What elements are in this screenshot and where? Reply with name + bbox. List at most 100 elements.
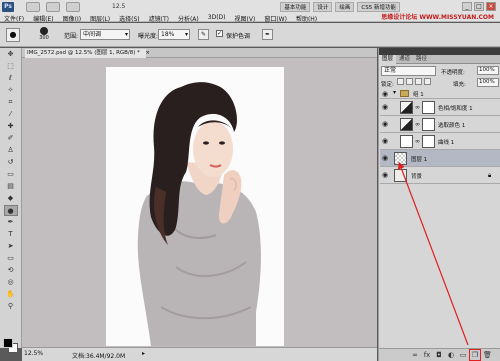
protect-tones-checkbox[interactable]: ✓: [216, 30, 223, 37]
bridge-icon[interactable]: [26, 2, 40, 12]
brush-preset-picker[interactable]: 300: [36, 27, 52, 43]
tab-paths[interactable]: 路径: [413, 55, 430, 64]
canvas-area[interactable]: [22, 58, 377, 347]
shape-tool-icon[interactable]: ▭: [4, 253, 18, 264]
menu-layer[interactable]: 图层(L): [90, 14, 110, 23]
crop-tool-icon[interactable]: ⌗: [4, 97, 18, 108]
dodge-tool-preset-icon[interactable]: ●: [6, 28, 20, 42]
type-tool-icon[interactable]: T: [4, 229, 18, 240]
eye-icon[interactable]: ◉: [382, 171, 390, 179]
panel-collapse-strip[interactable]: [379, 48, 500, 55]
status-zoom[interactable]: 12.5%: [24, 350, 43, 357]
layer-row-hue-saturation[interactable]: ◉ ∞ 色相/饱和度 1: [380, 99, 500, 116]
mini-bridge-icon[interactable]: [46, 2, 60, 12]
status-bar: 12.5% 文档:36.4M/92.0M ▸: [22, 347, 377, 361]
add-mask-icon[interactable]: ◘: [435, 351, 443, 359]
color-swatches[interactable]: [3, 338, 19, 354]
background-thumb: [394, 169, 407, 182]
eye-icon[interactable]: ◉: [382, 154, 390, 162]
new-layer-icon[interactable]: ❐: [469, 349, 481, 361]
menu-3d[interactable]: 3D(D): [208, 14, 226, 23]
clone-stamp-tool-icon[interactable]: ♙: [4, 145, 18, 156]
workspace-painting[interactable]: 绘画: [335, 2, 355, 12]
tab-layers[interactable]: 图层: [379, 55, 397, 64]
menu-file[interactable]: 文件(F): [4, 14, 24, 23]
blur-tool-icon[interactable]: ◆: [4, 193, 18, 204]
path-select-tool-icon[interactable]: ➤: [4, 241, 18, 252]
pen-tool-icon[interactable]: ✒: [4, 217, 18, 228]
new-adjustment-icon[interactable]: ◐: [447, 351, 455, 359]
lock-position-icon[interactable]: [415, 78, 422, 85]
fill-input[interactable]: 100%: [477, 78, 499, 87]
mask-thumb[interactable]: [422, 135, 435, 148]
chain-icon[interactable]: ∞: [415, 104, 420, 111]
workspace-cs5-new[interactable]: CS5 新增功能: [357, 2, 400, 12]
link-layers-icon[interactable]: ∞: [411, 351, 419, 359]
layer-row-background[interactable]: ◉ 背景 🔒︎: [380, 167, 500, 184]
menu-analysis[interactable]: 分析(A): [178, 14, 199, 23]
chain-icon[interactable]: ∞: [415, 121, 420, 128]
blend-mode-select[interactable]: 正常: [381, 66, 436, 76]
layer-style-icon[interactable]: fx: [423, 351, 431, 359]
zoom-level[interactable]: 12.5: [112, 3, 125, 10]
lock-pixels-icon[interactable]: [406, 78, 413, 85]
tab-channels[interactable]: 通道: [396, 55, 413, 64]
chain-icon[interactable]: ∞: [415, 138, 420, 145]
extras-icon[interactable]: [66, 2, 80, 12]
eye-icon[interactable]: ◉: [382, 103, 390, 111]
watermark: 思缘设计论坛 WWW.MISSYUAN.COM: [381, 14, 494, 21]
brush-tool-icon[interactable]: ✐: [4, 133, 18, 144]
layer-row-group[interactable]: ◉ ▾ 组 1: [380, 89, 500, 99]
layer-row-selective-color[interactable]: ◉ ∞ 选取颜色 1: [380, 116, 500, 133]
dodge-tool-icon[interactable]: ●: [3, 205, 18, 216]
document-tab[interactable]: IMG_2572.psd @ 12.5% (图层 1, RGB/8) * ×: [25, 49, 150, 58]
gradient-tool-icon[interactable]: ▤: [4, 181, 18, 192]
close-icon[interactable]: ×: [486, 2, 496, 11]
eraser-tool-icon[interactable]: ▭: [4, 169, 18, 180]
airbrush-icon[interactable]: ✎: [198, 29, 209, 40]
zoom-tool-icon[interactable]: ⚲: [4, 301, 18, 312]
lock-transparency-icon[interactable]: [397, 78, 404, 85]
mask-thumb[interactable]: [422, 118, 435, 131]
maximize-icon[interactable]: □: [474, 2, 484, 11]
eyedropper-tool-icon[interactable]: ⁄: [4, 109, 18, 120]
foreground-color-swatch[interactable]: [3, 338, 13, 348]
new-group-icon[interactable]: ▭: [459, 351, 467, 359]
close-tab-icon[interactable]: ×: [145, 49, 150, 58]
eye-icon[interactable]: ◉: [382, 90, 390, 98]
exposure-input[interactable]: 18%: [158, 29, 190, 40]
3d-rotate-tool-icon[interactable]: ⟲: [4, 265, 18, 276]
menu-edit[interactable]: 编辑(E): [33, 14, 53, 23]
mask-thumb[interactable]: [422, 101, 435, 114]
layer-row-curves[interactable]: ◉ ∞ 曲线 1: [380, 133, 500, 150]
menu-select[interactable]: 选择(S): [119, 14, 140, 23]
move-tool-icon[interactable]: ✥: [4, 49, 18, 60]
tablet-pressure-icon[interactable]: ✒: [262, 29, 273, 40]
workspace-essentials[interactable]: 基本功能: [280, 2, 311, 12]
quick-select-tool-icon[interactable]: ✧: [4, 85, 18, 96]
menu-help[interactable]: 帮助(H): [296, 14, 317, 23]
layer-row-layer-1[interactable]: ◉ 图层 1: [380, 150, 500, 167]
delete-layer-icon[interactable]: 🗑︎: [483, 351, 492, 359]
range-select[interactable]: 中间调: [80, 29, 130, 40]
menu-view[interactable]: 视图(V): [235, 14, 256, 23]
status-menu-arrow-icon[interactable]: ▸: [142, 350, 145, 357]
healing-tool-icon[interactable]: ✚: [4, 121, 18, 132]
3d-orbit-tool-icon[interactable]: ◎: [4, 277, 18, 288]
marquee-tool-icon[interactable]: ⬚: [4, 61, 18, 72]
lasso-tool-icon[interactable]: ℓ: [4, 73, 18, 84]
eye-icon[interactable]: ◉: [382, 120, 390, 128]
hand-tool-icon[interactable]: ✋: [4, 289, 18, 300]
photo-canvas[interactable]: [106, 67, 284, 346]
chevron-down-icon[interactable]: ▾: [393, 89, 396, 96]
menu-image[interactable]: 图像(I): [63, 14, 81, 23]
minimize-icon[interactable]: _: [462, 2, 472, 11]
history-brush-tool-icon[interactable]: ↺: [4, 157, 18, 168]
menu-window[interactable]: 窗口(W): [264, 14, 287, 23]
layers-panel-footer: ∞ fx ◘ ◐ ▭ ❐ 🗑︎: [379, 348, 500, 361]
menu-filter[interactable]: 滤镜(T): [149, 14, 169, 23]
lock-icon[interactable]: [424, 78, 431, 85]
eye-icon[interactable]: ◉: [382, 137, 390, 145]
workspace-design[interactable]: 设计: [313, 2, 333, 12]
opacity-input[interactable]: 100%: [477, 66, 499, 75]
